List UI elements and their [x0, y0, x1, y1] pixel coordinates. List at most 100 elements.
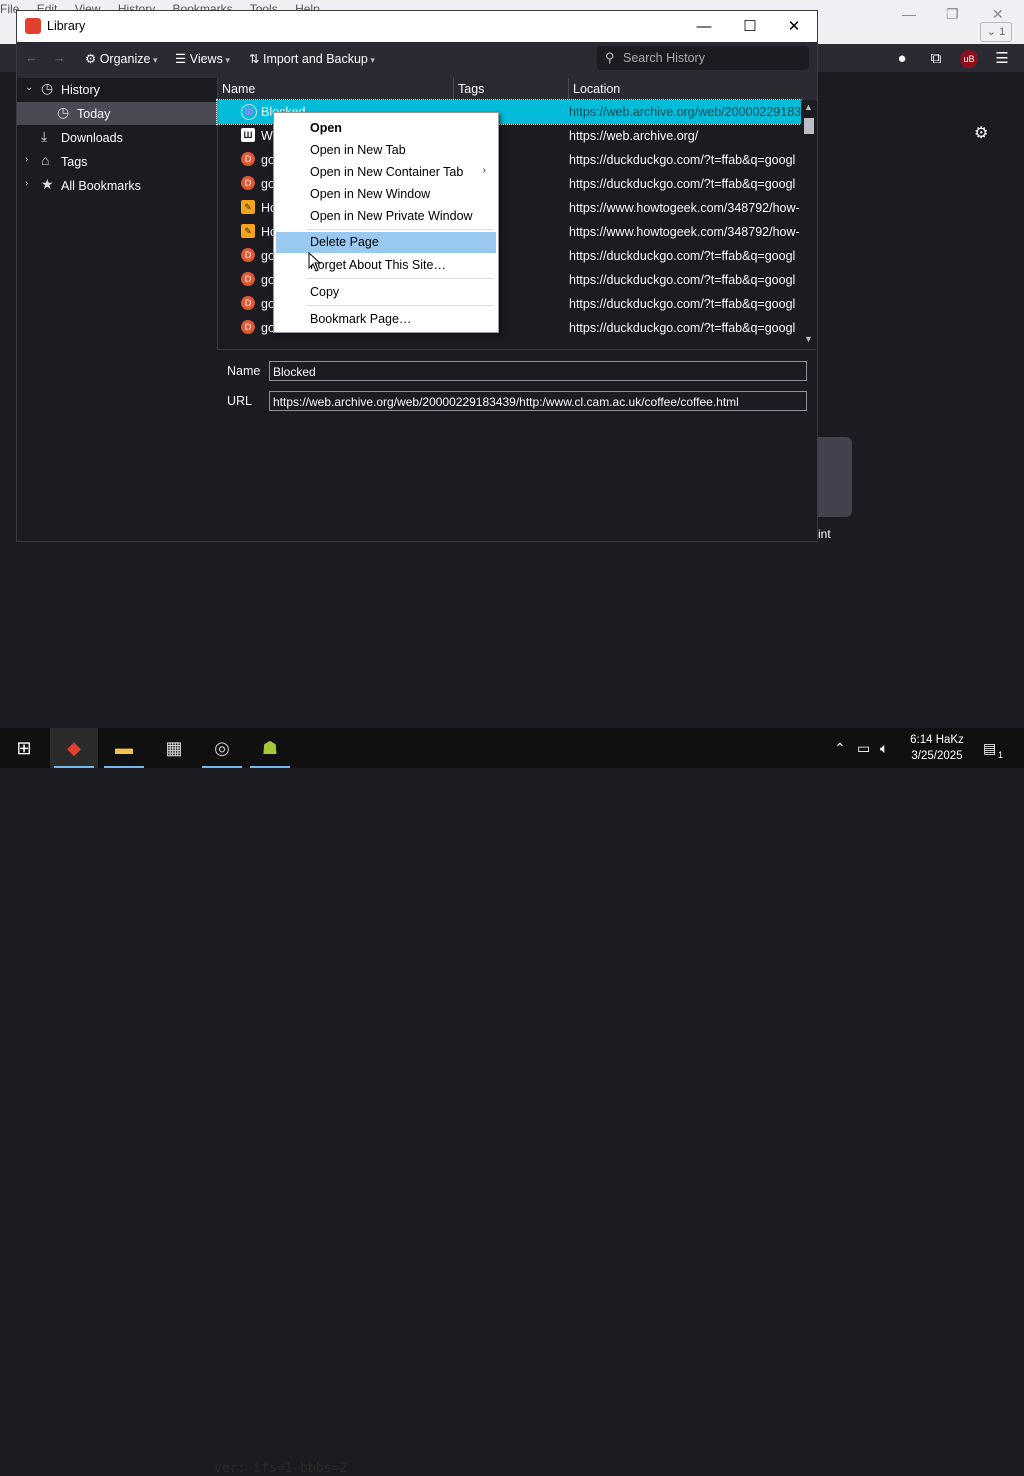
close-button[interactable]: ✕	[771, 11, 817, 42]
tree-item-tags[interactable]: › ⌂ Tags	[17, 150, 217, 173]
row-location: https://web.archive.org/	[569, 129, 699, 143]
url-field[interactable]: https://web.archive.org/web/200002291834…	[269, 391, 807, 411]
tree-item-label: All Bookmarks	[61, 179, 141, 193]
windows-start-icon[interactable]: ⊞	[0, 728, 48, 768]
menu-item-open-private-window[interactable]: Open in New Private Window	[276, 206, 496, 227]
volume-icon[interactable]: 🔈︎	[880, 740, 888, 757]
menu-item-open-new-tab[interactable]: Open in New Tab	[276, 140, 496, 161]
menu-item-copy[interactable]: Copy	[276, 282, 496, 303]
tree-item-label: Downloads	[61, 131, 123, 145]
column-name[interactable]: Name	[222, 82, 255, 96]
duckduckgo-icon: D	[241, 320, 255, 334]
download-icon: ⤓	[41, 128, 48, 144]
row-location: https://www.howtogeek.com/348792/how-	[569, 225, 800, 239]
maximize-button[interactable]: ☐	[727, 11, 773, 42]
menu-item-label: Delete Page	[310, 235, 379, 249]
name-field[interactable]: Blocked	[269, 361, 807, 381]
menu-item-open-container-tab[interactable]: Open in New Container Tab ›	[276, 162, 496, 183]
network-icon[interactable]: ▭	[857, 740, 870, 757]
tree-item-label: Tags	[61, 155, 88, 169]
wayback-icon: Ш	[241, 128, 255, 142]
minimize-icon[interactable]: —	[902, 6, 916, 22]
menu-item-bookmark-page[interactable]: Bookmark Page…	[276, 309, 496, 330]
chevron-up-icon[interactable]: ⌃	[834, 740, 846, 757]
gear-icon[interactable]: ⚙	[974, 123, 988, 143]
tree-item-label: Today	[77, 107, 111, 121]
menu-item-open[interactable]: Open	[276, 118, 496, 139]
search-history-field[interactable]: ⚲ Search History	[597, 46, 809, 70]
menu-item-label: Bookmark Page…	[310, 312, 412, 326]
back-arrow-icon[interactable]: ←	[25, 51, 38, 65]
menu-item-label: Open in New Window	[310, 187, 431, 201]
scroll-down-icon[interactable]: ▼	[804, 334, 813, 344]
tree-item-downloads[interactable]: ⤓ Downloads	[17, 126, 217, 149]
clock-icon: ◷	[57, 104, 70, 120]
name-label: Name	[227, 364, 261, 378]
menu-item-delete-page[interactable]: Delete Page	[276, 232, 496, 253]
import-backup-label: Import and Backup	[262, 52, 368, 66]
dropdown-icon: ▾	[150, 55, 158, 65]
menu-separator	[306, 305, 494, 306]
scrollbar-thumb[interactable]	[804, 118, 814, 134]
hamburger-menu-icon[interactable]: ☰	[993, 50, 1011, 68]
search-icon: ⚲	[605, 50, 615, 65]
organize-button[interactable]: ⚙ Organize ▾	[85, 51, 157, 66]
search-placeholder: Search History	[623, 51, 705, 65]
context-menu: Open Open in New Tab Open in New Contain…	[273, 112, 499, 333]
column-location[interactable]: Location	[573, 82, 620, 96]
tree-item-history[interactable]: ⌄ ◷ History	[17, 78, 217, 101]
shortcut-tile[interactable]	[818, 437, 852, 517]
menu-separator	[306, 229, 494, 230]
import-export-icon: ⇅	[249, 52, 260, 66]
taskbar-librewolf-icon[interactable]: ◆	[50, 728, 98, 768]
menu-item-label: Open in New Private Window	[310, 209, 473, 223]
howtogeek-icon: ✎	[241, 224, 255, 238]
clock-icon: ◷	[41, 80, 54, 96]
tab-list-button[interactable]: ⌄ 1	[980, 22, 1012, 42]
ublock-icon[interactable]: uB	[960, 50, 978, 68]
table-scrollbar[interactable]: ▲ ▼	[801, 100, 816, 347]
library-title: Library	[47, 19, 86, 33]
taskbar-android-icon[interactable]: ☗	[246, 728, 294, 768]
restore-icon[interactable]: ❐	[946, 6, 959, 23]
howtogeek-icon: ✎	[241, 200, 255, 214]
taskbar-obs-icon[interactable]: ◎	[198, 728, 246, 768]
close-icon[interactable]: ✕	[992, 6, 1004, 23]
import-backup-button[interactable]: ⇅ Import and Backup ▾	[249, 51, 375, 66]
url-label: URL	[227, 394, 253, 408]
chevron-right-icon[interactable]: ›	[25, 154, 28, 165]
extensions-icon[interactable]: ⧉	[927, 50, 945, 68]
tree-item-today[interactable]: ◷ Today	[17, 102, 217, 125]
views-button[interactable]: ☰ Views ▾	[175, 51, 230, 66]
row-location: https://duckduckgo.com/?t=ffab&q=googl	[569, 177, 796, 191]
duckduckgo-icon: D	[241, 296, 255, 310]
row-location: https://duckduckgo.com/?t=ffab&q=googl	[569, 153, 796, 167]
tree-item-all-bookmarks[interactable]: › ★ All Bookmarks	[17, 174, 217, 197]
row-location: https://www.howtogeek.com/348792/how-	[569, 201, 800, 215]
column-divider[interactable]	[568, 78, 569, 100]
forward-arrow-icon[interactable]: →	[53, 51, 66, 65]
menu-item-label: Open in New Tab	[310, 143, 406, 157]
taskbar-app-icon[interactable]: ▦	[150, 728, 198, 768]
taskbar-file-explorer-icon[interactable]: ▬	[100, 728, 148, 768]
details-pane: Name Blocked URL https://web.archive.org…	[217, 349, 816, 541]
clock[interactable]: 6:14 HaKz 3/25/2025	[905, 732, 969, 764]
column-divider[interactable]	[453, 78, 454, 100]
chevron-down-icon[interactable]: ⌄	[25, 82, 33, 93]
taskbar-overlay-text: ver: ifs=1 bbbs=2	[214, 1461, 348, 1476]
organize-label: Organize	[99, 52, 151, 66]
menu-item-open-new-window[interactable]: Open in New Window	[276, 184, 496, 205]
library-toolbar: ← → ⚙ Organize ▾ ☰ Views ▾ ⇅ Import and …	[17, 42, 817, 78]
tag-icon: ⌂	[41, 152, 50, 168]
row-location: https://duckduckgo.com/?t=ffab&q=googl	[569, 273, 796, 287]
menu-item-label: Open	[310, 121, 342, 135]
scroll-up-icon[interactable]: ▲	[804, 102, 813, 112]
account-icon[interactable]: ●	[893, 50, 911, 68]
notification-icon[interactable]: ▤	[983, 740, 996, 757]
views-label: Views	[189, 52, 223, 66]
column-tags[interactable]: Tags	[458, 82, 484, 96]
minimize-button[interactable]: —	[681, 11, 727, 42]
chevron-right-icon[interactable]: ›	[25, 178, 28, 189]
duckduckgo-icon: D	[241, 248, 255, 262]
mouse-cursor-icon	[308, 252, 322, 272]
